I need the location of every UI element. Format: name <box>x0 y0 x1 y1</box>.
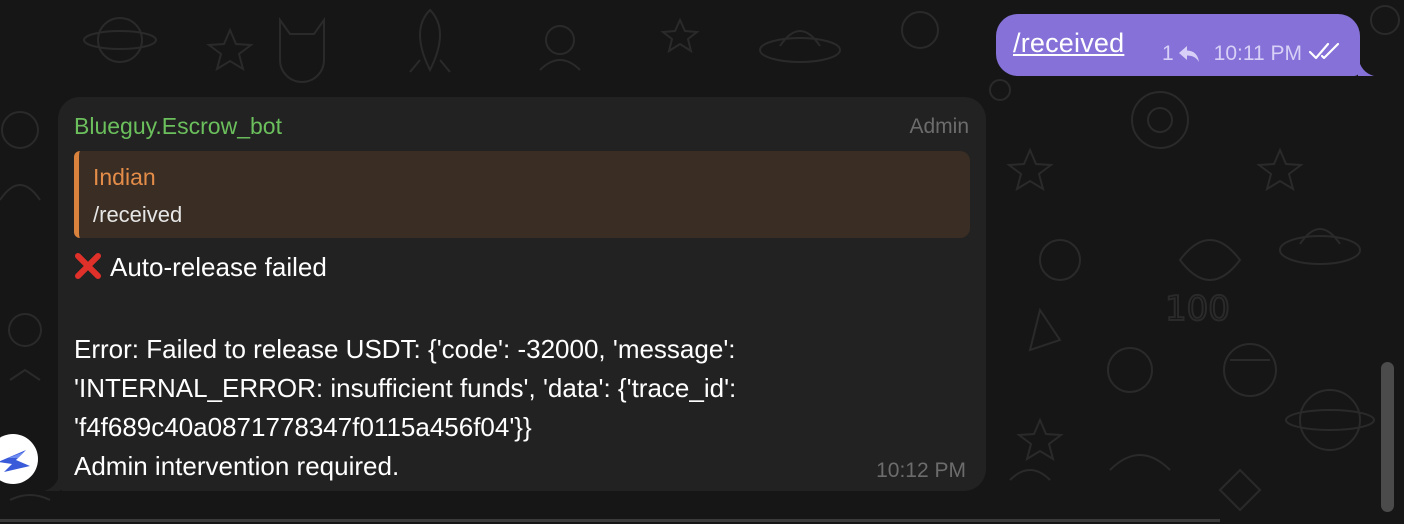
sender-name[interactable]: Blueguy.Escrow_bot <box>74 113 282 140</box>
reply-author: Indian <box>93 164 156 190</box>
wallpaper-star-icon <box>660 17 700 54</box>
bubble-tail <box>44 471 60 491</box>
red-cross-icon <box>74 252 102 291</box>
wallpaper-star-icon <box>1006 147 1054 192</box>
reply-icon[interactable] <box>1178 45 1200 63</box>
wallpaper-cat-icon <box>279 16 325 83</box>
footer-line: Admin intervention required. <box>74 451 400 481</box>
reply-text: /received <box>93 202 183 227</box>
message-meta: 1 10:11 PM <box>1162 41 1342 67</box>
svg-text:100: 100 <box>1165 289 1230 329</box>
wallpaper-rocket-icon <box>409 8 451 73</box>
command-link[interactable]: /received <box>1013 28 1124 59</box>
bot-logo-icon <box>0 450 30 472</box>
role-badge: Admin <box>909 115 969 138</box>
reply-count[interactable]: 1 <box>1162 42 1174 66</box>
reply-quote[interactable]: Indian /received <box>74 151 970 238</box>
wallpaper-star-icon <box>1256 147 1304 192</box>
scrollbar-thumb[interactable] <box>1381 362 1394 512</box>
wallpaper-rocket-icon <box>1028 307 1062 352</box>
bubble-tail <box>1358 56 1374 76</box>
avatar[interactable] <box>0 434 40 484</box>
error-line: 'f4f689c40a0871778347f0115a456f04'}} <box>74 412 532 442</box>
message-time: 10:11 PM <box>1213 42 1302 65</box>
message-time: 10:12 PM <box>876 459 966 482</box>
wallpaper-planet-icon <box>97 17 143 63</box>
error-line: Error: Failed to release USDT: {'code': … <box>74 334 736 364</box>
wallpaper-star-icon <box>206 27 254 72</box>
wallpaper-star-icon <box>1016 417 1064 462</box>
outgoing-message-bubble[interactable]: /received 1 10:11 PM <box>996 14 1374 76</box>
wallpaper-ufo-icon <box>759 37 841 63</box>
status-line: Auto-release failed <box>74 248 954 291</box>
double-check-icon <box>1308 41 1342 67</box>
error-line: 'INTERNAL_ERROR: insufficient funds', 'd… <box>74 373 737 403</box>
status-heading: Auto-release failed <box>110 252 327 282</box>
message-body: Auto-release failed Error: Failed to rel… <box>74 248 954 486</box>
incoming-message-bubble[interactable]: Blueguy.Escrow_bot Admin Indian /receive… <box>44 97 986 491</box>
divider <box>0 519 1220 522</box>
